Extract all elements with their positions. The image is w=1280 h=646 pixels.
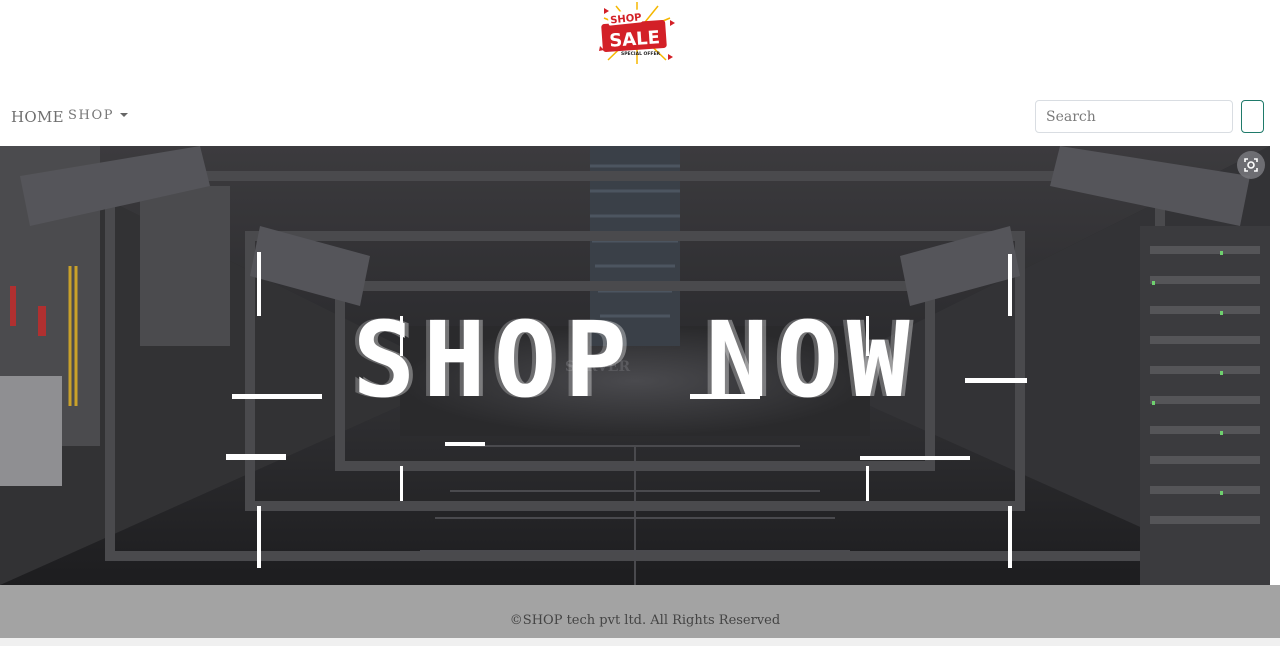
svg-text:SALE: SALE: [609, 27, 661, 51]
hero-banner[interactable]: SERVER SHOP NOW: [0, 146, 1270, 585]
glitch-slice: [445, 442, 485, 446]
svg-text:SPECIAL OFFER: SPECIAL OFFER: [621, 51, 661, 57]
glitch-slice: [860, 456, 970, 460]
hero-title: SHOP NOW: [352, 299, 918, 421]
search-input[interactable]: [1035, 100, 1233, 133]
nav-home-link[interactable]: HOME: [11, 108, 64, 126]
shop-sale-logo[interactable]: SHOP SALE SPECIAL OFFER: [596, 2, 678, 66]
main-navbar: HOME SHOP: [0, 96, 1280, 140]
copyright-text: ©SHOP tech pvt ltd. All Rights Reserved: [509, 613, 781, 628]
bottom-strip: [0, 638, 1280, 646]
search-button[interactable]: [1241, 100, 1264, 133]
glitch-slice: [232, 394, 322, 399]
caret-down-icon[interactable]: [120, 113, 128, 117]
page-footer: ©SHOP tech pvt ltd. All Rights Reserved: [0, 585, 1280, 638]
image-search-icon[interactable]: [1237, 151, 1265, 179]
glitch-slice: [690, 394, 760, 399]
glitch-slice: [965, 378, 1027, 383]
glitch-slice: [226, 454, 286, 460]
nav-shop-dropdown[interactable]: SHOP: [68, 108, 114, 123]
shop-sale-logo-icon: SHOP SALE SPECIAL OFFER: [599, 2, 675, 64]
